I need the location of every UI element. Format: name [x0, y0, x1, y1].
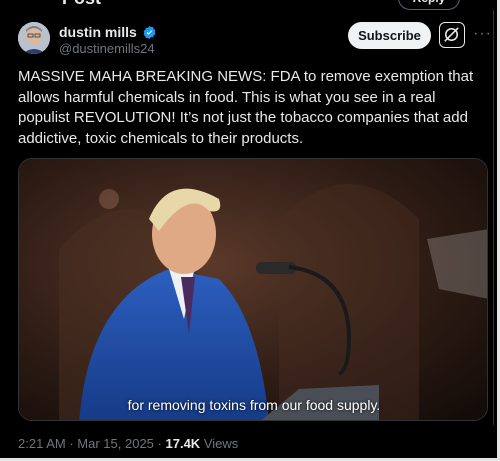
author-handle[interactable]: @dustinemills24	[59, 41, 155, 56]
tweet-text: MASSIVE MAHA BREAKING NEWS: FDA to remov…	[18, 68, 474, 147]
subscribe-button[interactable]: Subscribe	[348, 22, 431, 49]
back-arrow-icon[interactable]: ←	[14, 0, 30, 4]
author-name[interactable]: dustin mills	[59, 24, 137, 40]
meta-separator: ·	[157, 436, 162, 451]
grok-icon[interactable]	[439, 22, 465, 48]
tweet-date[interactable]: Mar 15, 2025	[77, 436, 154, 451]
meta-separator: ·	[69, 436, 74, 451]
views-count: 17.4K	[165, 436, 201, 451]
tweet-meta: 2:21 AM · Mar 15, 2025 · 17.4K Views	[18, 436, 238, 451]
views-label: Views	[203, 436, 239, 451]
verified-badge-icon	[143, 25, 156, 39]
tweet-time[interactable]: 2:21 AM	[18, 436, 66, 451]
header-more-icon[interactable]: ···	[472, 0, 490, 5]
avatar[interactable]	[18, 22, 50, 54]
top-bar: ← Post Reply ···	[0, 0, 497, 10]
video-frame	[19, 159, 487, 420]
tweet-video[interactable]: for removing toxins from our food supply…	[18, 158, 488, 421]
author-name-row[interactable]: dustin mills	[59, 24, 157, 40]
page-title: Post	[62, 0, 101, 9]
divider	[493, 10, 494, 425]
video-caption: for removing toxins from our food supply…	[127, 397, 381, 413]
more-icon[interactable]: ···	[473, 25, 492, 43]
reply-button[interactable]: Reply	[398, 0, 460, 10]
